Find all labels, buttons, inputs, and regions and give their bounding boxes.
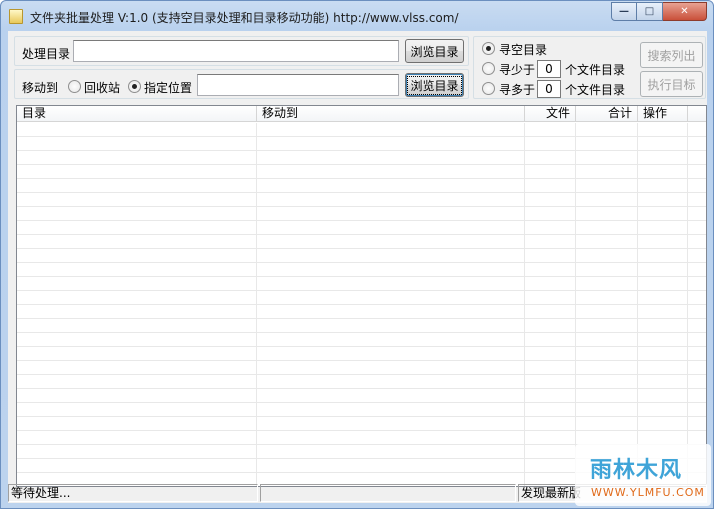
browse-source-label: 浏览目录	[410, 44, 459, 59]
less-than-suffix: 个文件目录	[565, 63, 626, 77]
window-title: 文件夹批量处理 V:1.0 (支持空目录处理和目录移动功能) http://ww…	[30, 11, 459, 25]
more-than-radio[interactable]	[482, 82, 495, 95]
watermark-logo: 雨林木风 WWW.YLMFU.COM	[575, 444, 711, 506]
status-middle	[260, 484, 516, 502]
client-area: 处理目录 浏览目录 移动到 回收站 指定位置 浏览目录 寻空目录 寻少于 0 个…	[8, 31, 707, 503]
status-left: 等待处理...	[8, 484, 258, 502]
recycle-label: 回收站	[84, 81, 121, 95]
move-group: 移动到 回收站 指定位置 浏览目录	[14, 69, 469, 99]
search-list-button[interactable]: 搜索列出	[640, 42, 703, 68]
move-label: 移动到	[22, 81, 59, 95]
empty-dir-radio[interactable]	[482, 42, 495, 55]
location-label: 指定位置	[144, 81, 193, 95]
caption-buttons: — □ ✕	[611, 2, 707, 21]
table-header: 目录 移动到 文件 合计 操作	[17, 106, 706, 122]
less-than-input[interactable]: 0	[537, 60, 561, 78]
results-table[interactable]: 目录 移动到 文件 合计 操作	[16, 105, 707, 487]
column-total[interactable]: 合计	[576, 106, 638, 122]
more-than-label: 寻多于	[499, 83, 536, 97]
search-list-label: 搜索列出	[647, 48, 696, 63]
execute-button[interactable]: 执行目标	[640, 71, 703, 97]
empty-dir-label: 寻空目录	[499, 43, 548, 57]
browse-target-label: 浏览目录	[407, 75, 462, 95]
more-than-input[interactable]: 0	[537, 80, 561, 98]
app-window: 文件夹批量处理 V:1.0 (支持空目录处理和目录移动功能) http://ww…	[0, 0, 714, 509]
browse-target-button[interactable]: 浏览目录	[405, 73, 464, 97]
source-group: 处理目录 浏览目录	[14, 36, 469, 66]
source-directory-input[interactable]	[73, 40, 399, 62]
folder-icon	[9, 9, 23, 24]
column-files[interactable]: 文件	[525, 106, 576, 122]
source-label: 处理目录	[22, 47, 71, 61]
minimize-button[interactable]: —	[611, 2, 637, 21]
execute-label: 执行目标	[647, 77, 696, 92]
move-target-input[interactable]	[197, 74, 399, 96]
search-mode-group: 寻空目录 寻少于 0 个文件目录 寻多于 0 个文件目录 搜索列出 执行目标	[473, 36, 706, 99]
maximize-button[interactable]: □	[637, 2, 663, 21]
less-than-label: 寻少于	[499, 63, 536, 77]
column-move-to[interactable]: 移动到	[257, 106, 525, 122]
title-bar[interactable]: 文件夹批量处理 V:1.0 (支持空目录处理和目录移动功能) http://ww…	[1, 1, 713, 31]
watermark-main: 雨林木风	[590, 458, 683, 483]
column-directory[interactable]: 目录	[17, 106, 257, 122]
more-than-suffix: 个文件目录	[565, 83, 626, 97]
close-button[interactable]: ✕	[663, 2, 707, 21]
less-than-radio[interactable]	[482, 62, 495, 75]
table-body	[17, 123, 706, 486]
column-action[interactable]: 操作	[638, 106, 688, 122]
recycle-radio[interactable]	[68, 80, 81, 93]
browse-source-button[interactable]: 浏览目录	[405, 39, 464, 63]
location-radio[interactable]	[128, 80, 141, 93]
watermark-sub: WWW.YLMFU.COM	[591, 486, 705, 499]
